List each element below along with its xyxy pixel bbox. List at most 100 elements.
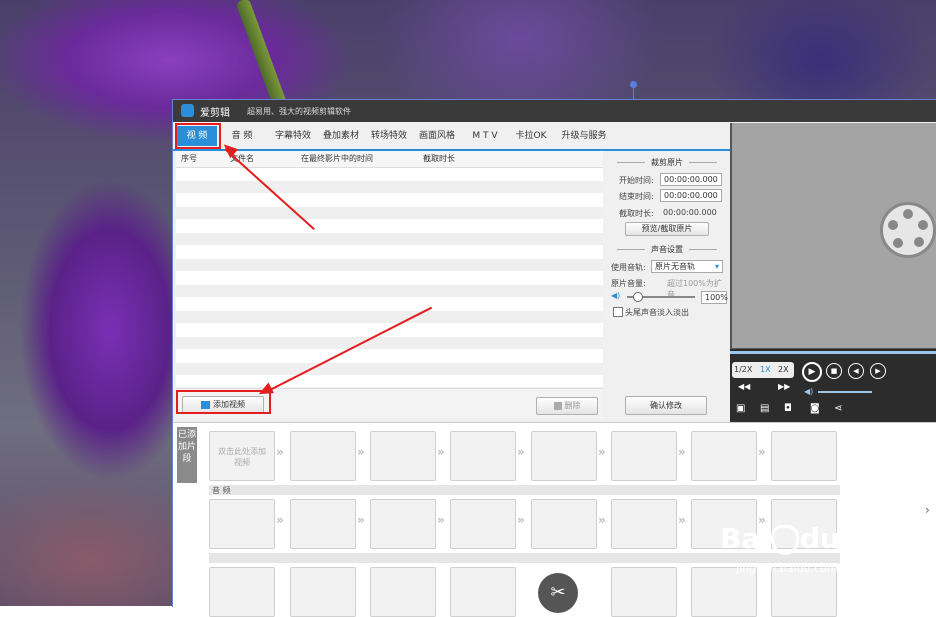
col-final-time: 在最终影片中的时间 [301,154,373,163]
chevron-right-icon: » [437,445,445,459]
chevron-right-icon: » [517,513,525,527]
tab-highlight-box [175,123,221,149]
col-index: 序号 [181,154,197,163]
speed-2x[interactable]: 2X [778,365,789,374]
tab-overlay[interactable]: 叠加素材 [319,126,363,146]
export-icon[interactable]: ◙ [810,403,820,414]
add-highlight-box [176,390,271,414]
fade-checkbox[interactable] [613,307,623,317]
clip-slot[interactable] [611,499,677,549]
clip-slot[interactable] [531,499,597,549]
clip-slot[interactable] [450,567,516,617]
delete-button[interactable]: 删除 [536,397,598,415]
track-select[interactable]: 原片无音轨 ▾ [651,260,723,273]
list-row [176,311,603,323]
clip-slot[interactable] [290,499,356,549]
fast-forward-icon[interactable]: ▶▶ [778,382,790,391]
clip-slot[interactable] [691,431,757,481]
scroll-right-icon[interactable]: › [925,503,930,517]
volume-input[interactable]: 100% [701,291,728,304]
player-volume-icon: ◀) [804,387,814,396]
prev-frame-icon[interactable]: ◀ [848,363,864,379]
main-tabs: 视 频 音 频 字幕特效 叠加素材 转场特效 画面风格 M T V 卡拉OK 升… [173,123,730,151]
confirm-button[interactable]: 确认修改 [625,396,707,415]
list-row [176,285,603,297]
col-duration: 截取时长 [423,154,455,163]
tab-style[interactable]: 画面风格 [415,126,459,146]
baidu-url: jingyan.baidu.com [736,562,838,575]
clip-slot[interactable] [290,567,356,617]
chevron-right-icon: » [678,445,686,459]
preview-screen [732,123,936,348]
end-time-input[interactable]: 00:00:00.000 [660,189,722,202]
tab-upgrade[interactable]: 升级与服务 [556,126,612,146]
empty-hint: 双击此处添加视频 [218,447,266,467]
scissors-icon[interactable]: ✂ [538,573,578,613]
right-settings-panel: 裁剪原片 开始时间: 00:00:00.000 结束时间: 00:00:00.0… [605,151,729,421]
clips-area: 已添加片段 双击此处添加视频 » » » » » » » 音 频 » » » »… [173,422,936,617]
tab-transition[interactable]: 转场特效 [367,126,411,146]
clip-slot[interactable] [611,567,677,617]
title-bar: 爱剪辑 超易用、强大的视频剪辑软件 [173,100,936,122]
start-time-input[interactable]: 00:00:00.000 [660,173,722,186]
speed-half[interactable]: 1/2X [734,365,752,374]
app-name: 爱剪辑 [200,108,230,119]
clip-slot[interactable] [209,567,275,617]
clip-slot[interactable] [370,431,436,481]
play-icon[interactable]: ▶ [802,362,822,382]
player-controls: 1/2X 1X 2X ◀◀ ▶▶ ▶ ■ ◀ ▶ ◀) ▣ ▤ ◘ ◙ ⋖ [730,349,936,423]
list-row [176,207,603,219]
chevron-right-icon: » [758,445,766,459]
list-row [176,233,603,245]
app-slogan: 超易用、强大的视频剪辑软件 [247,107,351,116]
tab-karaoke[interactable]: 卡拉OK [510,126,552,146]
chevron-right-icon: » [517,445,525,459]
preview-clip-button[interactable]: 预览/截取原片 [625,222,709,236]
chevron-right-icon: » [598,513,606,527]
clip-slot[interactable] [531,431,597,481]
speed-selector: 1/2X 1X 2X [732,362,794,378]
video-list[interactable]: 序号 文件名 在最终影片中的时间 截取时长 [176,151,603,387]
player-volume-slider[interactable] [818,391,872,393]
save-icon[interactable]: ▣ [736,403,745,414]
clip-slot[interactable] [771,431,837,481]
tab-subtitle-effects[interactable]: 字幕特效 [271,126,315,146]
clip-slot-empty[interactable]: 双击此处添加视频 [209,431,275,481]
list-row [176,363,603,375]
clip-slot[interactable] [370,567,436,617]
volume-slider-handle[interactable] [633,292,643,302]
paw-icon [770,525,799,555]
disk-icon[interactable]: ◘ [784,403,792,414]
chevron-right-icon: » [357,513,365,527]
duration-label: 截取时长: [619,209,654,218]
open-folder-icon[interactable]: ▤ [760,403,769,414]
added-clips-label: 已添加片段 [177,427,197,483]
tab-mtv[interactable]: M T V [465,126,505,146]
clip-slot[interactable] [290,431,356,481]
chevron-right-icon: » [598,445,606,459]
speed-1x[interactable]: 1X [760,365,771,374]
track-label: 使用音轨: [611,263,646,272]
list-row [176,259,603,271]
list-row [176,337,603,349]
clip-slot[interactable] [611,431,677,481]
clip-slot[interactable] [209,499,275,549]
selection-handle-line [633,88,634,100]
next-frame-icon[interactable]: ▶ [870,363,886,379]
stop-icon[interactable]: ■ [826,363,842,379]
share-icon[interactable]: ⋖ [834,403,842,414]
chevron-right-icon: » [276,445,284,459]
chevron-down-icon: ▾ [714,262,719,271]
rewind-icon[interactable]: ◀◀ [738,382,750,391]
volume-label: 原片音量: [611,279,646,288]
clip-slot[interactable] [450,499,516,549]
clip-slot[interactable] [370,499,436,549]
speaker-icon: ◀) [611,291,621,300]
trash-icon [553,401,562,410]
clip-slot[interactable] [450,431,516,481]
baidu-watermark: Bai du经验 [720,522,884,555]
film-reel-icon [880,202,936,258]
start-label: 开始时间: [619,176,654,185]
app-logo-icon [181,104,194,117]
progress-bar[interactable] [730,351,936,354]
